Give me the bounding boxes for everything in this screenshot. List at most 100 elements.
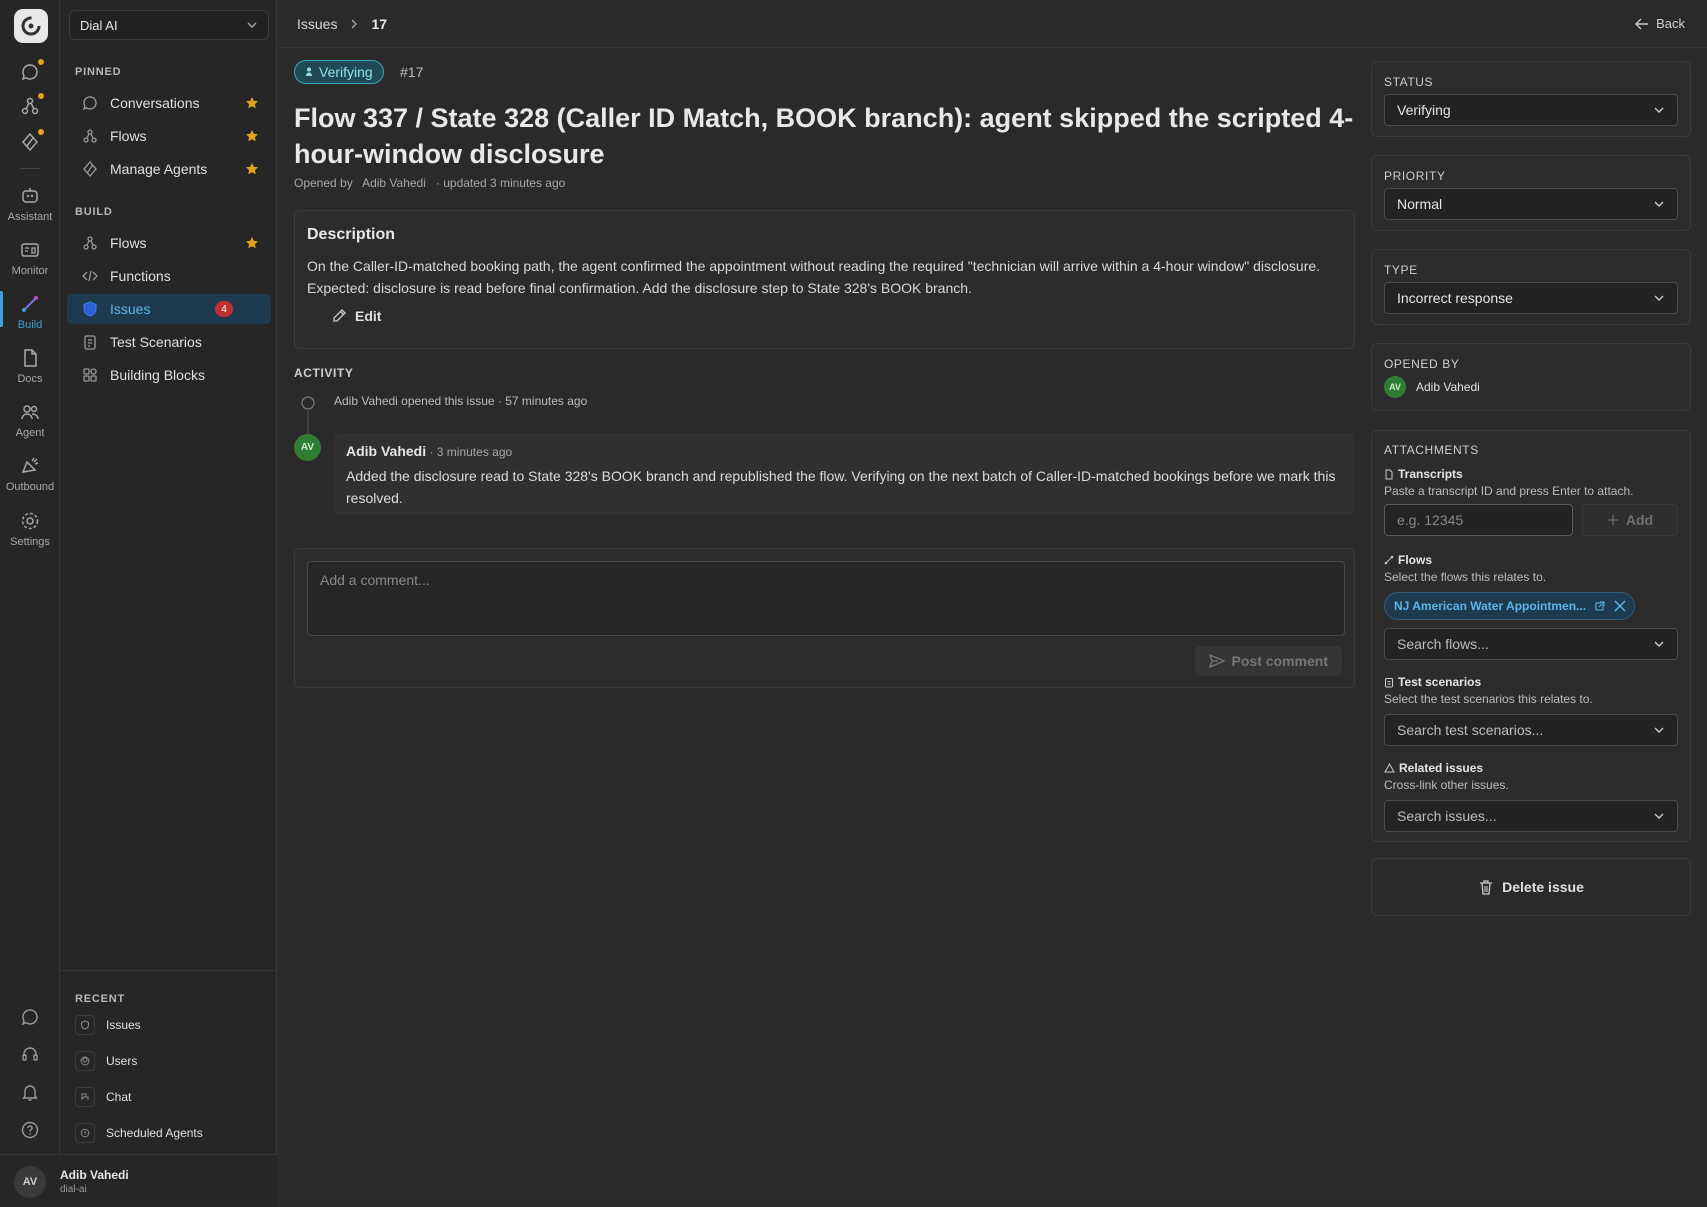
close-icon[interactable]: [1614, 600, 1626, 612]
blocks-icon: [83, 368, 97, 382]
page-title: Flow 337 / State 328 (Caller ID Match, B…: [294, 103, 1354, 169]
recent-item-label: Issues: [106, 1018, 141, 1032]
build-icon: [19, 293, 41, 315]
breadcrumb-issues-link[interactable]: Issues: [297, 16, 337, 32]
attachments-card: ATTACHMENTS Transcripts Paste a transcri…: [1371, 430, 1691, 842]
updated-time: · updated 3 minutes ago: [435, 176, 566, 190]
post-label: Post comment: [1231, 653, 1328, 669]
rail-flows[interactable]: [0, 93, 60, 117]
rail-agents[interactable]: [0, 129, 60, 153]
star-icon[interactable]: [245, 162, 259, 176]
description-body: On the Caller-ID-matched booking path, t…: [307, 258, 1321, 296]
flows-title: Flows: [1398, 553, 1433, 567]
opened-by-label: Opened by: [294, 176, 353, 190]
post-comment-button[interactable]: Post comment: [1194, 646, 1342, 676]
star-icon[interactable]: [245, 129, 259, 143]
sidebar-item-label: Flows: [110, 128, 147, 144]
type-select[interactable]: Incorrect response: [1384, 282, 1678, 314]
sidebar-item-functions[interactable]: Functions: [67, 261, 271, 291]
bell-icon[interactable]: [19, 1081, 41, 1103]
sidebar-item-conversations[interactable]: Conversations: [67, 88, 271, 118]
clock-icon: [75, 1123, 95, 1143]
star-icon[interactable]: [245, 236, 259, 250]
agents-icon: [19, 129, 44, 153]
comment: Adib Vahedi · 3 minutes ago Added the di…: [334, 433, 1354, 515]
comment-time: · 3 minutes ago: [426, 445, 513, 459]
status-value: Verifying: [1397, 102, 1451, 118]
star-icon[interactable]: [245, 96, 259, 110]
chevron-down-icon: [1654, 727, 1664, 733]
sidebar-item-flows-pinned[interactable]: Flows: [67, 121, 271, 151]
activity-opened-event: Adib Vahedi opened this issue · 57 minut…: [334, 394, 588, 408]
settings-icon: [19, 510, 41, 532]
back-button[interactable]: Back: [1634, 16, 1685, 31]
priority-select[interactable]: Normal: [1384, 188, 1678, 220]
external-link-icon[interactable]: [1594, 601, 1605, 612]
search-tests-placeholder: Search test scenarios...: [1397, 722, 1544, 738]
chat-bubble-icon[interactable]: [19, 1006, 41, 1028]
rail-label: Docs: [17, 373, 43, 385]
rail-conversations[interactable]: [0, 59, 60, 83]
timeline-node-icon: [301, 396, 315, 437]
rail-agent[interactable]: Agent: [0, 401, 60, 439]
rail-label: Settings: [10, 536, 50, 548]
delete-issue-button[interactable]: Delete issue: [1371, 858, 1691, 916]
rail-build[interactable]: Build: [0, 293, 60, 331]
flow-link-icon: [1384, 555, 1394, 565]
opened-by-avatar: AV: [1384, 376, 1406, 398]
rail-label: Build: [17, 319, 43, 331]
search-flows-select[interactable]: Search flows...: [1384, 628, 1678, 660]
app-logo[interactable]: [14, 9, 48, 43]
recent-item-users[interactable]: Users: [75, 1049, 137, 1073]
rail-settings[interactable]: Settings: [0, 510, 60, 548]
comment-input[interactable]: Add a comment...: [307, 561, 1345, 636]
back-label: Back: [1656, 16, 1685, 31]
headset-icon[interactable]: [19, 1043, 41, 1065]
rail-assistant[interactable]: Assistant: [0, 185, 60, 223]
avatar: AV: [14, 1166, 46, 1198]
rail-outbound[interactable]: Outbound: [0, 455, 60, 493]
sidebar-item-manage-agents[interactable]: Manage Agents: [67, 154, 271, 184]
transcripts-title: Transcripts: [1398, 467, 1463, 481]
recent-item-chat[interactable]: Chat: [75, 1085, 131, 1109]
workspace-select[interactable]: Dial AI: [69, 10, 269, 40]
transcripts-title-row: Transcripts: [1384, 467, 1463, 481]
opened-by-value: Adib Vahedi: [1416, 380, 1480, 394]
help-icon[interactable]: [19, 1119, 41, 1141]
flows-icon: [83, 236, 97, 250]
rail-docs[interactable]: Docs: [0, 347, 60, 385]
status-badge: Verifying: [294, 60, 384, 84]
clipboard-icon: [1385, 677, 1393, 687]
plus-icon: [1607, 515, 1618, 525]
transcript-id-input[interactable]: e.g. 12345: [1384, 504, 1573, 536]
agent-icon: [19, 401, 41, 423]
recent-item-scheduled-agents[interactable]: Scheduled Agents: [75, 1121, 203, 1145]
user-footer[interactable]: AV Adib Vahedi dial-ai: [0, 1154, 277, 1207]
sidebar-item-test-scenarios[interactable]: Test Scenarios: [67, 327, 271, 357]
sidebar-item-issues[interactable]: Issues 4: [67, 294, 271, 324]
chevron-right-icon: [352, 19, 358, 29]
recent-item-label: Users: [106, 1054, 138, 1068]
flows-icon: [19, 93, 44, 117]
status-card: STATUS Verifying: [1371, 61, 1691, 137]
users-icon: [75, 1051, 95, 1071]
arrow-left-icon: [1635, 18, 1649, 29]
edit-button[interactable]: Edit: [331, 308, 381, 324]
rail-monitor[interactable]: Monitor: [0, 239, 60, 277]
search-test-scenarios-select[interactable]: Search test scenarios...: [1384, 714, 1678, 746]
send-icon: [1208, 654, 1225, 668]
search-issues-select[interactable]: Search issues...: [1384, 800, 1678, 832]
add-transcript-button[interactable]: Add: [1582, 504, 1678, 536]
sidebar-item-flows[interactable]: Flows: [67, 228, 271, 258]
sidebar-item-building-blocks[interactable]: Building Blocks: [67, 360, 271, 390]
rail-label: Monitor: [11, 265, 49, 277]
recent-title: RECENT: [75, 993, 126, 1005]
transcripts-desc: Paste a transcript ID and press Enter to…: [1384, 484, 1634, 498]
flows-icon: [83, 129, 97, 143]
flow-chip[interactable]: NJ American Water Appointmen...: [1384, 592, 1635, 620]
comment-body: Added the disclosure read to State 328's…: [346, 468, 1336, 506]
recent-item-issues[interactable]: Issues: [75, 1013, 141, 1037]
attachments-title: ATTACHMENTS: [1384, 443, 1479, 457]
status-select[interactable]: Verifying: [1384, 94, 1678, 126]
opened-by-name[interactable]: Adib Vahedi: [362, 176, 426, 190]
